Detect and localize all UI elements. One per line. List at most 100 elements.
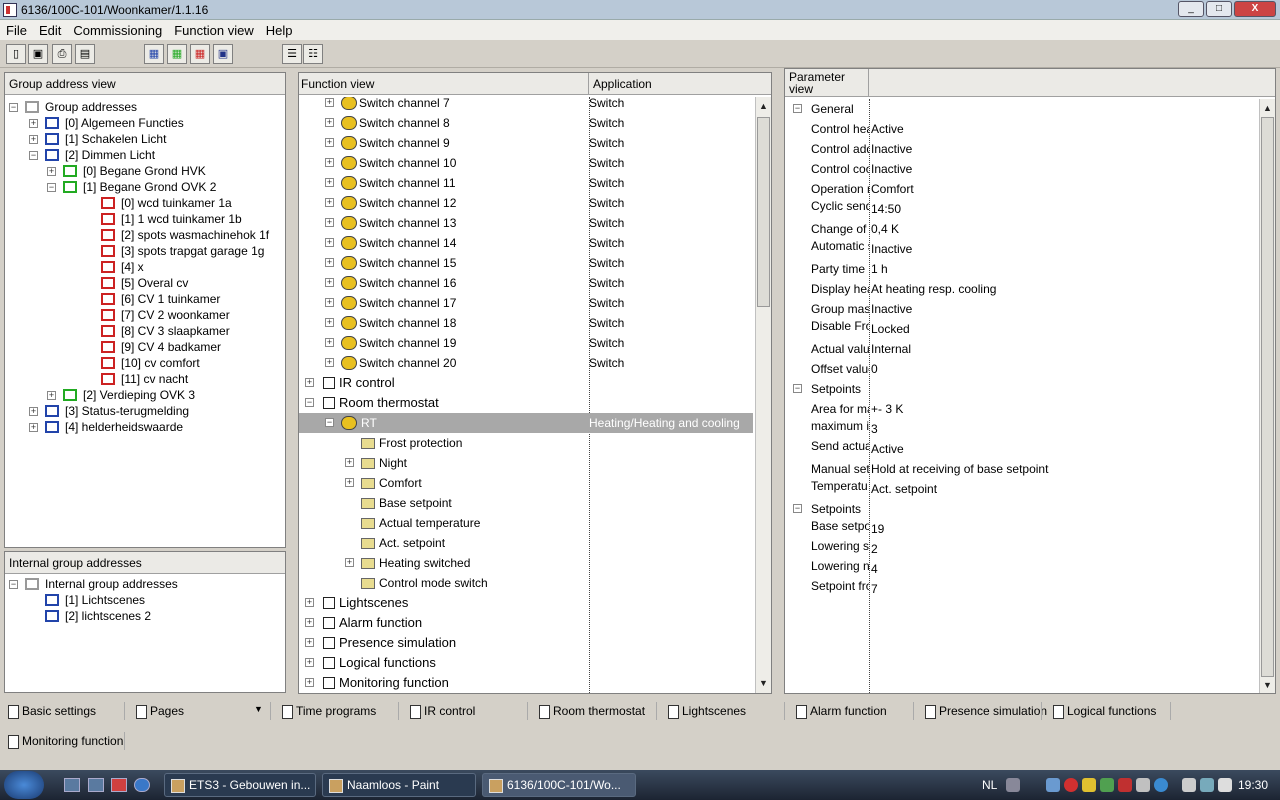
internal-tree-row[interactable]: [2] lichtscenes 2	[5, 608, 283, 624]
parameter-row[interactable]: maximum in at heating in3	[785, 419, 1259, 439]
group-tree-row[interactable]: [6] CV 1 tuinkamer	[5, 291, 283, 307]
function-row[interactable]: + Switch channel 8 Switch	[299, 113, 753, 133]
parameter-value[interactable]: 0	[871, 359, 878, 379]
function-row[interactable]: Base setpoint	[299, 493, 753, 513]
keyboard-icon[interactable]	[1006, 778, 1020, 792]
function-column-header[interactable]: Function view	[301, 77, 374, 91]
expand-icon[interactable]: +	[325, 118, 334, 127]
function-row[interactable]: + Presence simulation	[299, 633, 753, 653]
parameter-value[interactable]: Comfort	[871, 179, 914, 199]
parameter-row[interactable]: Display hea At heating resp. cooling	[785, 279, 1259, 299]
function-row[interactable]: + Monitoring function	[299, 673, 753, 693]
expand-icon[interactable]: +	[325, 258, 334, 267]
function-scrollbar[interactable]: ▲ ▼	[755, 97, 771, 693]
function-row[interactable]: + Switch channel 17 Switch	[299, 293, 753, 313]
param-scroll-up-arrow[interactable]: ▲	[1260, 101, 1275, 116]
group-tree-row[interactable]: + [2] Verdieping OVK 3	[5, 387, 283, 403]
parameter-value[interactable]: Inactive	[871, 159, 912, 179]
function-row[interactable]: + Logical functions	[299, 653, 753, 673]
expand-icon[interactable]: +	[29, 119, 38, 128]
param-scroll-thumb[interactable]	[1261, 117, 1274, 677]
tab-basic-settings[interactable]: Basic settings	[6, 703, 96, 719]
parameter-row[interactable]: Send actual changingActive	[785, 439, 1259, 459]
expand-icon[interactable]: +	[29, 423, 38, 432]
parameter-value[interactable]: At heating resp. cooling	[871, 279, 996, 299]
function-row[interactable]: + Switch channel 15 Switch	[299, 253, 753, 273]
tray-app-icon[interactable]	[1046, 778, 1060, 792]
expand-icon[interactable]: +	[325, 218, 334, 227]
tray-device-icon[interactable]	[1182, 778, 1196, 792]
task-paint[interactable]: Naamloos - Paint	[322, 773, 476, 797]
collapse-icon[interactable]: −	[793, 384, 802, 393]
expand-icon[interactable]: +	[345, 558, 354, 567]
group-dark-icon[interactable]: ▣	[213, 44, 233, 64]
function-row[interactable]: + Switch channel 9 Switch	[299, 133, 753, 153]
group-tree-row[interactable]: − [1] Begane Grond OVK 2	[5, 179, 283, 195]
menu-help[interactable]: Help	[260, 23, 299, 38]
parameter-row[interactable]: Automatic s (see also seInactive	[785, 239, 1259, 259]
menu-file[interactable]: File	[0, 23, 33, 38]
tab-presence-simulation[interactable]: Presence simulation	[923, 703, 1047, 719]
group-tree-row[interactable]: [1] 1 wcd tuinkamer 1b	[5, 211, 283, 227]
parameter-value[interactable]: Hold at receiving of base setpoint	[871, 459, 1048, 479]
group-tree-row[interactable]: [5] Overal cv	[5, 275, 283, 291]
parameter-row[interactable]: Manual setpHold at receiving of base set…	[785, 459, 1259, 479]
tray-antivirus-icon[interactable]	[1118, 778, 1132, 792]
group-tree-row[interactable]: + [1] Schakelen Licht	[5, 131, 283, 147]
group-tree-row[interactable]: [2] spots wasmachinehok 1f	[5, 227, 283, 243]
function-row[interactable]: Control mode switch	[299, 573, 753, 593]
parameter-value[interactable]: Locked	[871, 319, 910, 339]
switch-windows-icon[interactable]	[88, 778, 104, 792]
function-row[interactable]: + Switch channel 19 Switch	[299, 333, 753, 353]
parameter-row[interactable]: Actual valueInternal	[785, 339, 1259, 359]
parameter-value[interactable]: Inactive	[871, 139, 912, 159]
expand-icon[interactable]: +	[325, 298, 334, 307]
collapse-icon[interactable]: −	[793, 504, 802, 513]
expand-icon[interactable]: +	[325, 158, 334, 167]
parameter-row[interactable]: Change of a0,4 K	[785, 219, 1259, 239]
expand-icon[interactable]: +	[47, 167, 56, 176]
function-row[interactable]: + Switch channel 11 Switch	[299, 173, 753, 193]
parameter-row[interactable]: Base setpoi Comfort tem19	[785, 519, 1259, 539]
parameter-value[interactable]: Inactive	[871, 239, 912, 259]
expand-icon[interactable]: +	[305, 618, 314, 627]
function-row[interactable]: + Switch channel 20 Switch	[299, 353, 753, 373]
function-row[interactable]: + IR control	[299, 373, 753, 393]
parameter-row[interactable]: Area for ma +- 3 K	[785, 399, 1259, 419]
function-row[interactable]: + Night	[299, 453, 753, 473]
menu-commissioning[interactable]: Commissioning	[67, 23, 168, 38]
network-icon[interactable]	[1200, 778, 1214, 792]
expand-icon[interactable]: +	[325, 238, 334, 247]
parameter-value[interactable]: 0,4 K	[871, 219, 899, 239]
expand-icon[interactable]: +	[305, 638, 314, 647]
tray-tool-icon[interactable]	[1100, 778, 1114, 792]
parameter-value[interactable]: 14:50	[871, 199, 901, 219]
parameter-row[interactable]: Party time (1 h	[785, 259, 1259, 279]
parameter-section[interactable]: − General	[785, 99, 1259, 119]
function-row[interactable]: − RT Heating/Heating and cooling	[299, 413, 753, 433]
expand-icon[interactable]: +	[325, 98, 334, 107]
tray-error-icon[interactable]	[1064, 778, 1078, 792]
expand-icon[interactable]: +	[305, 598, 314, 607]
param-scroll-down-arrow[interactable]: ▼	[1260, 678, 1275, 693]
menu-edit[interactable]: Edit	[33, 23, 67, 38]
collapse-icon[interactable]: −	[9, 580, 18, 589]
tab-lightscenes[interactable]: Lightscenes	[666, 703, 746, 719]
function-row[interactable]: − Room thermostat	[299, 393, 753, 413]
group-blue-icon[interactable]: ▦	[144, 44, 164, 64]
task-ets3[interactable]: ETS3 - Gebouwen in...	[164, 773, 316, 797]
parameter-section[interactable]: − Setpoints	[785, 379, 1259, 399]
expand-icon[interactable]: +	[325, 338, 334, 347]
tab-pages[interactable]: Pages	[134, 703, 184, 719]
parameter-row[interactable]: Operation mComfort	[785, 179, 1259, 199]
function-row[interactable]: + Switch channel 7 Switch	[299, 97, 753, 113]
parameter-value[interactable]: Inactive	[871, 299, 912, 319]
parameter-row[interactable]: Setpoint fro in °C (4..10)7	[785, 579, 1259, 599]
tab-ir-control[interactable]: IR control	[408, 703, 475, 719]
group-tree-row[interactable]: − [2] Dimmen Licht	[5, 147, 283, 163]
close-button[interactable]: X	[1234, 1, 1276, 17]
tab-logical-functions[interactable]: Logical functions	[1051, 703, 1156, 719]
group-tree-row[interactable]: [4] x	[5, 259, 283, 275]
expand-icon[interactable]: +	[305, 678, 314, 687]
print-icon[interactable]: ⎙	[52, 44, 72, 64]
